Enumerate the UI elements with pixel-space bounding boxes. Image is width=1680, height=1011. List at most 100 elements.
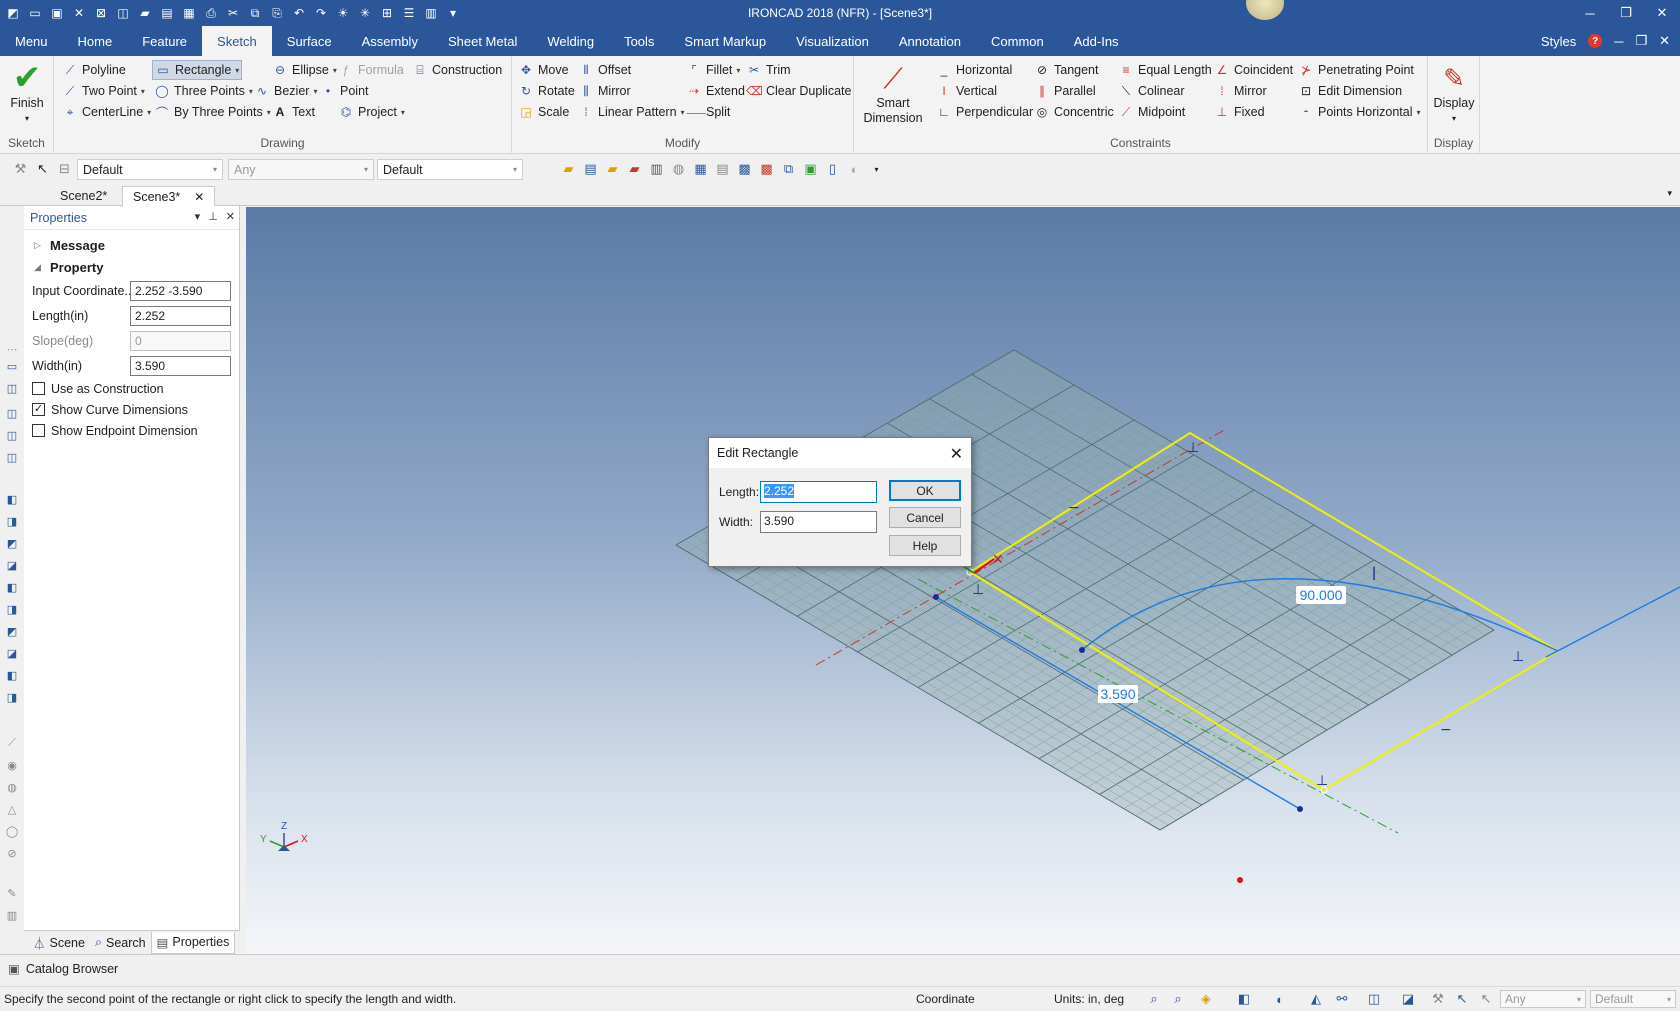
tab-welding[interactable]: Welding: [532, 26, 609, 56]
tab-visualization[interactable]: Visualization: [781, 26, 884, 56]
strip-render-icon[interactable]: ◍: [5, 780, 19, 794]
strip-hole-icon[interactable]: ◪: [5, 646, 19, 660]
zoom-extents-icon[interactable]: ⌕: [1146, 991, 1162, 1007]
save-as-icon[interactable]: ▦: [180, 4, 198, 22]
edit-dimension-button[interactable]: ⊡ Edit Dimension: [1298, 81, 1402, 101]
tab-list-dropdown-icon[interactable]: ▾: [1667, 188, 1672, 199]
trim-button[interactable]: ✂ Trim: [746, 60, 791, 80]
tab-annotation[interactable]: Annotation: [884, 26, 976, 56]
catalog-image-icon[interactable]: ▣: [802, 161, 819, 177]
redo-icon[interactable]: ↷: [312, 4, 330, 22]
standard-views-icon[interactable]: ◧: [1236, 991, 1252, 1007]
coincident-button[interactable]: ∠ Coincident: [1214, 60, 1293, 80]
ribbon-minimize-icon[interactable]: ─: [1614, 34, 1623, 49]
perspective-icon[interactable]: ◭: [1308, 991, 1324, 1007]
section-icon[interactable]: ◪: [1400, 991, 1416, 1007]
sketch-grid-icon[interactable]: ⊞: [378, 4, 396, 22]
move-button[interactable]: ✥ Move: [518, 60, 569, 80]
material-style-combo[interactable]: Default ▾: [377, 159, 523, 180]
triball-icon[interactable]: ✳: [356, 4, 374, 22]
points-horizontal-button[interactable]: ⁃ Points Horizontal ▾: [1298, 102, 1421, 122]
angle-dimension-label[interactable]: 90.000: [1300, 587, 1343, 603]
strip-rib-icon[interactable]: ◨: [5, 690, 19, 704]
catalog-close-icon[interactable]: ▰: [626, 161, 643, 177]
part-style-combo[interactable]: Default ▾: [77, 159, 223, 180]
extend-button[interactable]: ⇢ Extend: [686, 81, 745, 101]
catalog-browser-bar[interactable]: ▣ Catalog Browser: [0, 954, 1680, 982]
select-options-icon[interactable]: ⊟: [56, 161, 73, 177]
dialog-close-icon[interactable]: ✕: [950, 444, 963, 464]
customize-dropdown-icon[interactable]: ▾: [444, 4, 462, 22]
catalog-list-icon[interactable]: ▤: [714, 161, 731, 177]
open-folder-icon[interactable]: ▰: [136, 4, 154, 22]
show-curve-dimensions-row[interactable]: ✓ Show Curve Dimensions: [24, 399, 239, 420]
width-dimension-label[interactable]: 3.590: [1100, 686, 1135, 702]
ribbon-close-icon[interactable]: ✕: [1659, 33, 1670, 49]
tab-home[interactable]: Home: [63, 26, 128, 56]
input-coordinate-field[interactable]: 2.252 -3.590: [130, 280, 231, 301]
tab-close-icon[interactable]: ✕: [194, 190, 204, 204]
open-icon[interactable]: ▰: [560, 161, 577, 177]
panel-pin-icon[interactable]: ⊥: [208, 210, 218, 223]
bezier-button[interactable]: ∿ Bezier ▾: [254, 81, 317, 101]
ellipse-button[interactable]: ⊖ Ellipse ▾: [272, 60, 337, 80]
close-window-icon[interactable]: ✕: [1644, 0, 1680, 26]
status-style-combo[interactable]: Default ▾: [1590, 990, 1676, 1008]
strip-tool4-icon[interactable]: ◫: [5, 428, 19, 442]
points-horizontal-dropdown-icon[interactable]: ▾: [1417, 108, 1421, 117]
scene-viewport[interactable]: ⊥ ⊥ ⊥ ⊥ − ǀ − ǀ ✕ 90.000 3.590 Z X Y: [246, 207, 1680, 954]
offset-button[interactable]: ⫴ Offset: [578, 60, 631, 80]
status-filter-combo[interactable]: Any ▾: [1500, 990, 1586, 1008]
concentric-button[interactable]: ◎ Concentric: [1034, 102, 1114, 122]
rotate-button[interactable]: ↻ Rotate: [518, 81, 575, 101]
three-points-dropdown-icon[interactable]: ▾: [249, 87, 253, 96]
catalog-refresh-icon[interactable]: ◍: [670, 161, 687, 177]
linear-pattern-button[interactable]: ⁞ Linear Pattern ▾: [578, 102, 684, 122]
light-icon[interactable]: ☀: [334, 4, 352, 22]
zoom-icon[interactable]: ⌕: [1170, 991, 1186, 1007]
construction-button[interactable]: ⌸ Construction: [412, 60, 502, 80]
centerline-dropdown-icon[interactable]: ▾: [147, 108, 151, 117]
tab-scene2[interactable]: Scene2*: [50, 186, 117, 206]
fillet-dropdown-icon[interactable]: ▾: [736, 66, 740, 75]
tab-smart-markup[interactable]: Smart Markup: [669, 26, 781, 56]
tab-tools[interactable]: Tools: [609, 26, 669, 56]
strip-tool1-icon[interactable]: ▭: [5, 359, 19, 373]
rectangle-dropdown-icon[interactable]: ▾: [235, 66, 239, 75]
width-field[interactable]: 3.590: [130, 355, 231, 376]
close-all-icon[interactable]: ⊠: [92, 4, 110, 22]
new-file-icon[interactable]: ▭: [26, 4, 44, 22]
catalog-delete-icon[interactable]: ▩: [758, 161, 775, 177]
strip-measure-icon[interactable]: ⟋: [5, 736, 19, 750]
parallel-button[interactable]: ∥ Parallel: [1034, 81, 1096, 101]
selection-filter-combo[interactable]: Any ▾: [228, 159, 374, 180]
dialog-length-input[interactable]: 2.252: [760, 481, 877, 503]
strip-orbit-icon[interactable]: ◯: [5, 824, 19, 838]
strip-wedge-icon[interactable]: ◨: [5, 602, 19, 616]
strip-torus-icon[interactable]: ◧: [5, 580, 19, 594]
tab-menu[interactable]: Menu: [0, 26, 63, 56]
open-template-icon[interactable]: ◫: [114, 4, 132, 22]
panel-tab-scene[interactable]: ⏃ Scene: [28, 932, 90, 954]
help-icon[interactable]: ?: [1588, 34, 1603, 48]
two-point-button[interactable]: ⟋ Two Point ▾: [62, 81, 145, 101]
display-button[interactable]: ✎ Display ▾: [1432, 60, 1476, 126]
property-section[interactable]: ◢ Property: [24, 256, 239, 278]
list-view-icon[interactable]: ☰: [400, 4, 418, 22]
help-button[interactable]: Help: [889, 535, 961, 556]
tab-sheet-metal[interactable]: Sheet Metal: [433, 26, 532, 56]
catalog-export-icon[interactable]: ▯: [824, 161, 841, 177]
catalog-search-icon[interactable]: ◐: [846, 161, 863, 177]
catalog-copy-icon[interactable]: ⧉: [780, 161, 797, 177]
strip-tool3-icon[interactable]: ◫: [5, 406, 19, 420]
strip-pencil-icon[interactable]: ✎: [5, 886, 19, 900]
ellipse-dropdown-icon[interactable]: ▾: [333, 66, 337, 75]
panel-close-icon[interactable]: ✕: [226, 210, 235, 223]
cut-icon[interactable]: ✂: [224, 4, 242, 22]
smart-dimension-button[interactable]: ⟋ Smart Dimension: [858, 60, 928, 126]
tab-common[interactable]: Common: [976, 26, 1059, 56]
strip-block-icon[interactable]: ◧: [5, 492, 19, 506]
colinear-button[interactable]: ⟍ Colinear: [1118, 81, 1185, 101]
project-button[interactable]: ⌬ Project ▾: [338, 102, 405, 122]
filter-icon[interactable]: ⚒: [1430, 991, 1446, 1007]
